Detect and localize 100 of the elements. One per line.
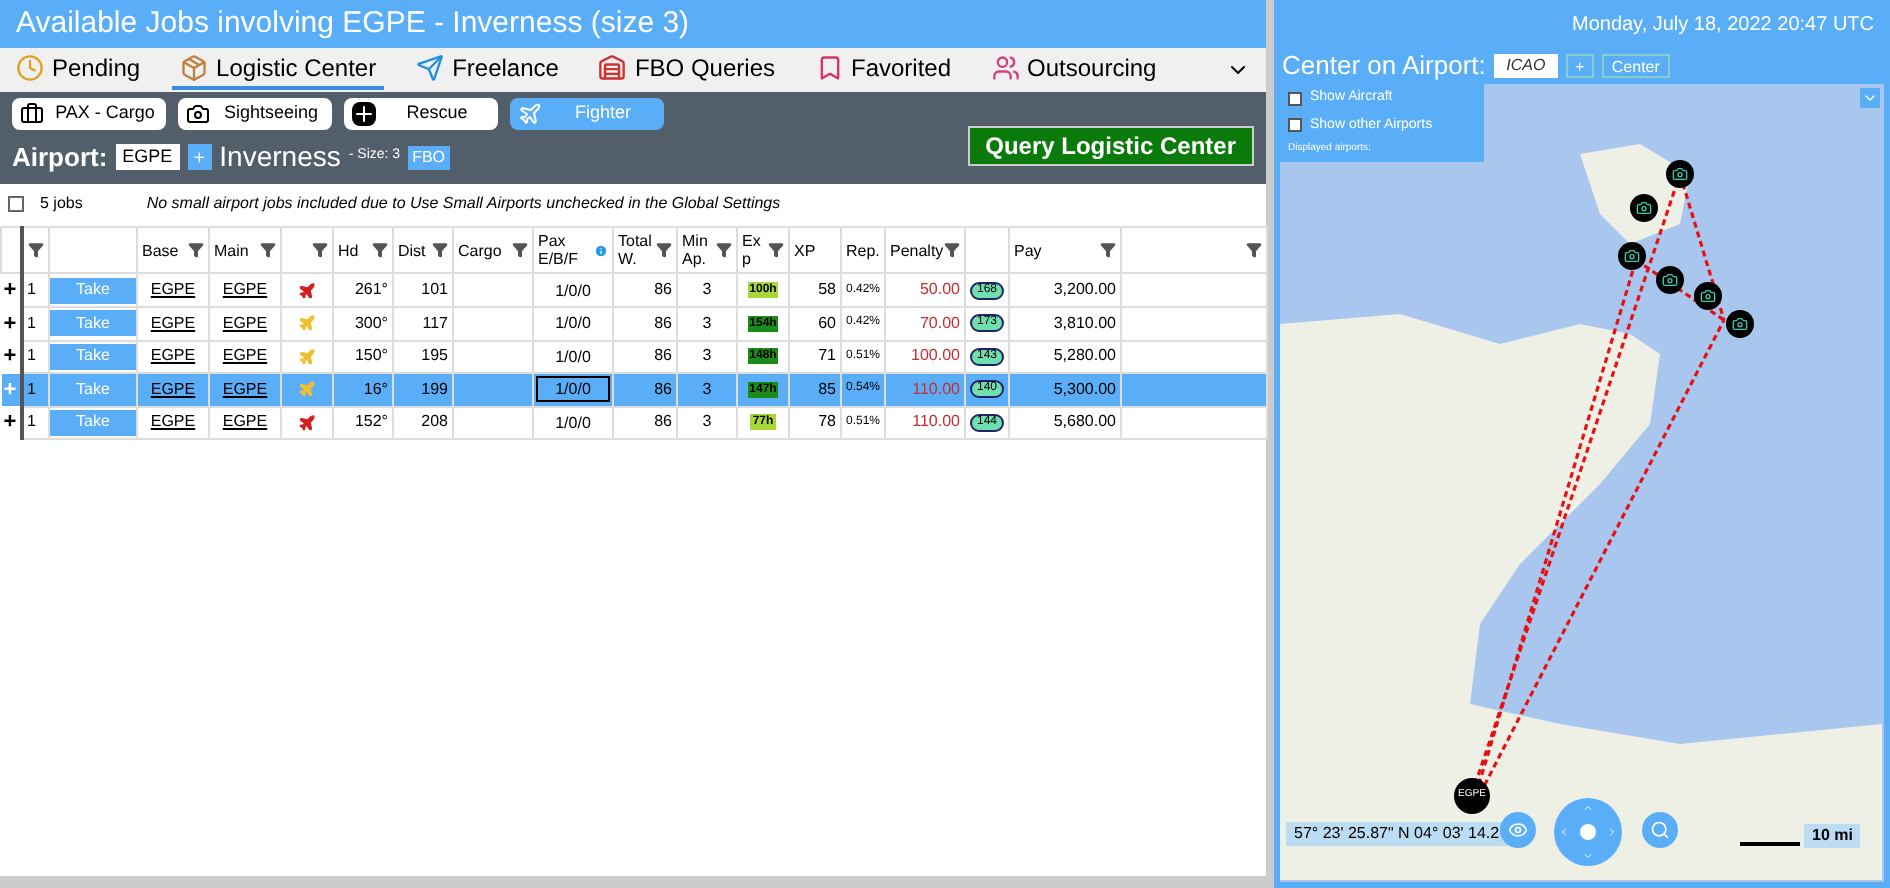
table-cell: 110.00	[885, 406, 965, 439]
jet-icon	[518, 102, 542, 126]
table-cell-text: 1/0/0	[553, 411, 593, 436]
tab[interactable]: FBO Queries	[590, 50, 783, 90]
chevron-left-icon	[1558, 826, 1570, 838]
filter-icon[interactable]	[512, 242, 528, 258]
bookmark-icon	[815, 54, 843, 82]
camera-marker-icon[interactable]	[1618, 242, 1646, 270]
filter-icon[interactable]	[372, 242, 388, 258]
table-cell[interactable]: EGPE	[137, 406, 209, 439]
filter-icon[interactable]	[944, 242, 960, 258]
filter-icon[interactable]	[1100, 242, 1116, 258]
eye-icon	[1508, 820, 1528, 840]
query-button[interactable]: Query Logistic Center	[967, 126, 1254, 166]
table-cell: 86	[613, 406, 677, 439]
airport-name: Inverness	[219, 138, 341, 176]
checkbox[interactable]	[1288, 91, 1302, 106]
category-button[interactable]: Rescue	[344, 98, 498, 130]
table-cell[interactable]: EGPE	[137, 373, 209, 406]
job-count: 5 jobs	[40, 192, 83, 216]
column-title[interactable]: Main	[214, 241, 249, 259]
date-time: Monday, July 18, 2022 20:47 UTC	[1571, 11, 1874, 39]
table-cell[interactable]: EGPE	[209, 307, 281, 340]
table-cell: 16°	[333, 373, 393, 406]
table-cell: 152°	[333, 406, 393, 439]
box-icon	[180, 54, 209, 82]
tab[interactable]: Outsourcing	[983, 50, 1165, 90]
column-title[interactable]: Dist	[398, 241, 426, 259]
expand-toggle[interactable]: +	[1, 340, 21, 373]
notice-text: No small airport jobs included due to Use Small Airports unchecked in the Global Settings	[146, 192, 781, 216]
camera-marker-icon[interactable]	[1694, 282, 1722, 310]
scale-label: 10 mi	[1804, 824, 1861, 848]
search-icon	[1650, 820, 1670, 840]
table-cell: 199	[393, 373, 453, 406]
table-cell: 85	[789, 373, 841, 406]
filter-icon[interactable]	[260, 242, 276, 258]
column-title[interactable]: Hd	[338, 241, 359, 259]
filter-icon[interactable]	[188, 242, 204, 258]
table-cell: 110.00	[885, 373, 965, 406]
chevron-right-icon	[1606, 826, 1618, 838]
expand-toggle[interactable]: +	[1, 406, 21, 439]
table-cell: 3,810.00	[1009, 307, 1121, 340]
table-cell-text: 1/0/0	[553, 312, 593, 337]
tab[interactable]: Freelance	[408, 50, 567, 90]
table-cell: 300°	[333, 307, 393, 340]
table-cell: 208	[393, 406, 453, 439]
table-cell: 86	[613, 373, 677, 406]
tab[interactable]: Favorited	[807, 50, 960, 90]
chevron-up-icon	[1582, 802, 1594, 814]
table-cell-text: 1/0/0	[553, 345, 593, 370]
window-title: Available Jobs involving EGPE - Inverness (size 3)	[16, 3, 690, 44]
checkbox[interactable]	[1288, 118, 1302, 133]
hangar-icon	[598, 54, 627, 82]
paper-plane-icon	[416, 54, 445, 82]
table-cell: 78	[789, 406, 841, 439]
filter-icon[interactable]	[656, 242, 672, 258]
select-all-checkbox[interactable]	[8, 196, 24, 212]
filter-icon[interactable]	[716, 242, 732, 258]
table-cell: 3	[677, 373, 737, 406]
briefcase-icon	[20, 102, 44, 126]
table-cell[interactable]: EGPE	[137, 307, 209, 340]
table-cell-text: 1/0/0	[553, 279, 593, 303]
info-icon	[594, 241, 608, 259]
airport-field[interactable]: EGPE	[115, 144, 180, 170]
filter-icon[interactable]	[432, 242, 448, 258]
camera-icon	[186, 102, 210, 126]
table-cell: 5,300.00	[1009, 373, 1121, 406]
scale-bar	[1740, 842, 1800, 846]
table-cell: 86	[613, 307, 677, 340]
table-cell: 117	[393, 307, 453, 340]
airport-label: Airport:	[12, 139, 108, 176]
icao-field[interactable]: ICAO	[1493, 54, 1558, 78]
filter-icon[interactable]	[28, 242, 44, 258]
camera-marker-icon[interactable]	[1656, 266, 1684, 294]
chevron-down-icon	[1862, 90, 1878, 106]
column-title[interactable]: Pay	[1014, 241, 1042, 259]
center-label: Center on Airport:	[1282, 48, 1486, 85]
table-cell: 60	[789, 307, 841, 340]
filter-icon[interactable]	[312, 242, 328, 258]
table-cell: 3	[677, 307, 737, 340]
table-cell: 1/0/0	[536, 376, 610, 403]
category-button[interactable]: Sightseeing	[178, 98, 332, 130]
chevron-down-icon	[1582, 850, 1594, 862]
people-icon	[991, 54, 1020, 82]
table-cell[interactable]: EGPE	[209, 373, 281, 406]
column-title[interactable]: XP	[794, 241, 816, 259]
table-cell: 70.00	[885, 307, 965, 340]
camera-marker-icon[interactable]	[1726, 310, 1754, 338]
filter-icon[interactable]	[768, 242, 784, 258]
table-cell: 3	[677, 406, 737, 439]
table-cell: 5,680.00	[1009, 406, 1121, 439]
clock-icon	[16, 54, 44, 82]
expand-toggle[interactable]: +	[1, 273, 21, 307]
filter-icon[interactable]	[1246, 242, 1262, 258]
category-button[interactable]: PAX - Cargo	[12, 98, 166, 130]
camera-marker-icon[interactable]	[1666, 160, 1694, 188]
tab[interactable]: Pending	[8, 50, 149, 90]
table-cell[interactable]: EGPE	[209, 406, 281, 439]
expand-toggle[interactable]: +	[1, 307, 21, 340]
plus-icon	[352, 102, 376, 126]
